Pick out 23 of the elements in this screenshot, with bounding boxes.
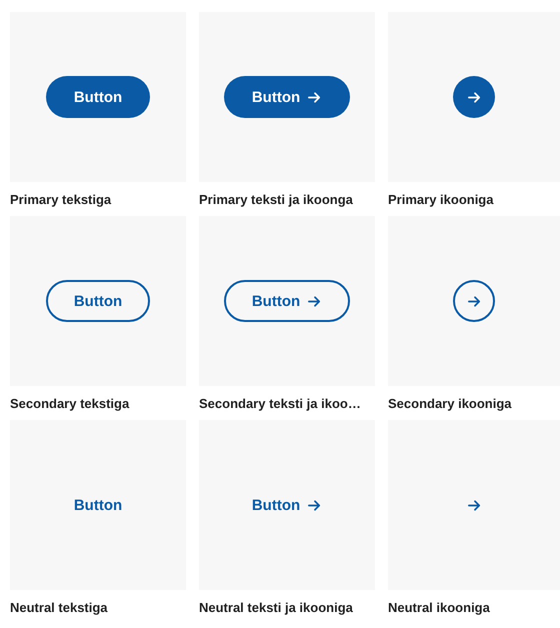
example-caption: Secondary ikooniga bbox=[388, 394, 513, 413]
example-caption: Secondary teksti ja ikoo… bbox=[199, 394, 362, 413]
text-icon-button[interactable]: Button bbox=[224, 280, 350, 322]
text-button[interactable]: Button bbox=[46, 280, 150, 322]
example-caption: Primary tekstiga bbox=[10, 190, 112, 209]
example-caption: Primary ikooniga bbox=[388, 190, 494, 209]
text-icon-button[interactable]: Button bbox=[224, 76, 350, 118]
arrow-icon bbox=[307, 90, 322, 104]
text-icon-button[interactable]: Button bbox=[224, 484, 350, 526]
arrow-icon bbox=[466, 294, 482, 308]
example-caption: Neutral ikooniga bbox=[388, 598, 491, 617]
example-caption: Neutral tekstiga bbox=[10, 598, 109, 617]
example-caption: Neutral teksti ja ikooniga bbox=[199, 598, 354, 617]
text-button[interactable]: Button bbox=[46, 76, 150, 118]
icon-button[interactable] bbox=[453, 280, 495, 322]
arrow-icon bbox=[307, 498, 322, 512]
example-caption: Secondary tekstiga bbox=[10, 394, 130, 413]
example-caption: Primary teksti ja ikoonga bbox=[199, 190, 354, 209]
arrow-icon bbox=[466, 498, 482, 512]
icon-button[interactable] bbox=[453, 76, 495, 118]
text-button[interactable]: Button bbox=[46, 484, 150, 526]
arrow-icon bbox=[307, 294, 322, 308]
arrow-icon bbox=[466, 90, 482, 104]
